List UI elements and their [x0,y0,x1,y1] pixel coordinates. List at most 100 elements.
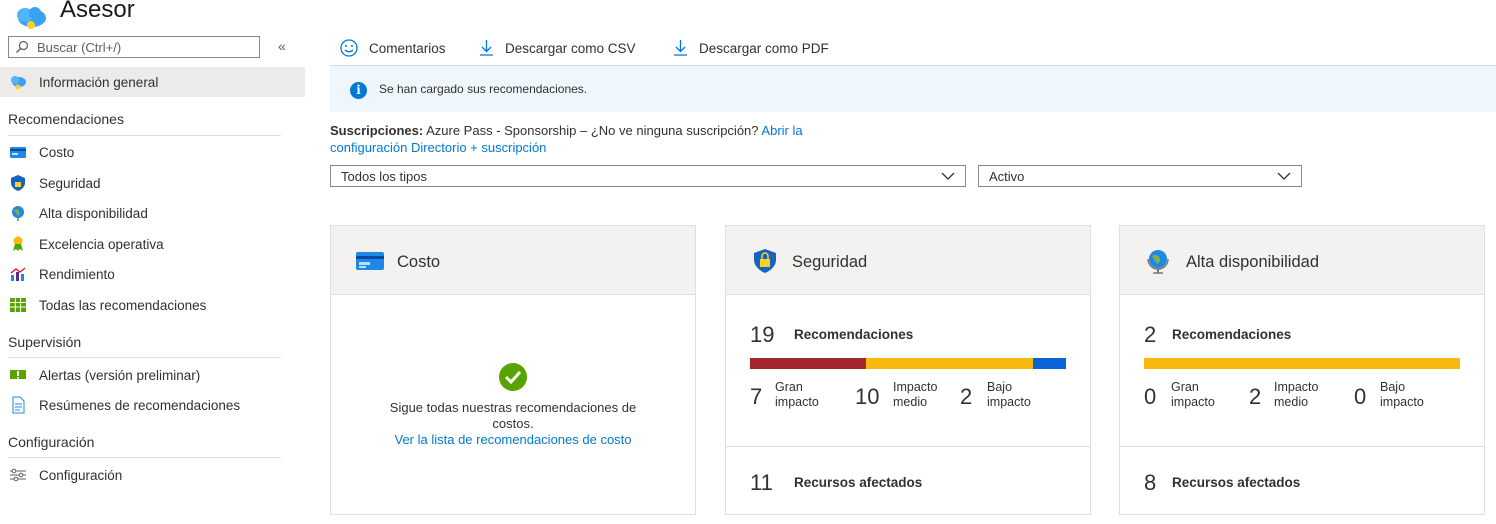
sidebar-item-high-availability[interactable]: Alta disponibilidad [0,198,305,228]
checkmark-icon [499,363,527,391]
cost-icon [10,147,26,158]
type-filter-value: Todos los tipos [341,169,427,184]
download-csv-label: Descargar como CSV [505,40,636,56]
medium-impact-label: Impacto medio [893,380,937,410]
section-settings: Configuración [8,434,95,450]
search-input[interactable] [37,38,252,56]
directory-subscription-link[interactable]: Abrir la [761,123,802,138]
sidebar-item-security[interactable]: Seguridad [0,168,305,198]
sidebar-item-label: Seguridad [39,175,101,191]
label-line: Gran [775,380,803,394]
high-impact-label: Gran impacto [775,380,819,410]
high-impact-count: 0 [1144,384,1157,409]
alert-icon [10,370,26,379]
high-availability-card[interactable]: Alta disponibilidad 2 Recomendaciones 0 … [1119,225,1485,515]
impact-bar [750,358,1066,369]
security-card[interactable]: Seguridad 19 Recomendaciones 7 Gran impac… [725,225,1091,515]
label-line: impacto [987,395,1031,409]
card-title: Alta disponibilidad [1186,253,1320,271]
cost-recommendations-link[interactable]: Ver la lista de recomendaciones de costo [394,432,631,447]
sidebar-item-label: Alertas (versión preliminar) [39,367,201,383]
medium-impact-count: 10 [855,384,880,409]
sidebar-item-digests[interactable]: Resúmenes de recomendaciones [0,390,305,420]
feedback-button[interactable]: Comentarios [339,38,446,58]
download-icon [674,40,687,56]
advisor-logo-icon [17,7,46,29]
type-filter-dropdown[interactable]: Todos los tipos [330,165,966,187]
recommendations-label: Recomendaciones [1172,327,1292,342]
medium-impact-count: 2 [1249,384,1262,409]
status-filter-value: Activo [989,169,1025,184]
info-banner-text: Se han cargado sus recomendaciones. [379,82,588,96]
directory-subscription-link[interactable]: configuración Directorio + suscripción [330,140,546,155]
low-impact-label: Bajo impacto [1380,380,1424,410]
status-filter-dropdown[interactable]: Activo [978,165,1302,187]
search-icon [16,40,29,53]
search-box[interactable] [8,36,260,58]
download-csv-button[interactable]: Descargar como CSV [478,38,636,58]
card-header: Seguridad [726,226,1090,295]
affected-resources-label: Recursos afectados [1172,475,1301,490]
sidebar-item-label: Todas las recomendaciones [39,297,207,313]
label-line: medio [893,395,928,409]
cost-message: costos. [492,416,534,431]
performance-icon [10,267,26,281]
download-pdf-button[interactable]: Descargar como PDF [672,38,829,58]
feedback-label: Comentarios [369,40,446,56]
cost-icon [356,252,384,270]
section-monitoring: Supervisión [8,334,82,350]
low-impact-label: Bajo impacto [987,380,1031,410]
label-line: impacto [1380,395,1424,409]
card-header: Costo [331,226,695,295]
subscriptions-value: Azure Pass - Sponsorship – ¿No ve ningun… [426,123,759,138]
sidebar-item-alerts[interactable]: Alertas (versión preliminar) [0,360,305,390]
sidebar-item-cost[interactable]: Costo [0,137,305,167]
sidebar-item-label: Rendimiento [39,266,115,282]
sidebar-item-overview[interactable]: Información general [0,67,305,97]
label-line: medio [1274,395,1309,409]
label-line: Impacto [1274,380,1319,394]
label-line: Gran [1171,380,1199,394]
sidebar-item-label: Información general [39,74,159,90]
card-title: Costo [397,253,441,271]
sidebar-item-operational-excellence[interactable]: Excelencia operativa [0,229,305,259]
collapse-sidebar-button[interactable]: « [278,38,286,54]
impact-bar-medium [1144,358,1460,369]
card-title: Seguridad [792,253,868,271]
info-icon: i [350,82,367,99]
affected-resources-label: Recursos afectados [794,475,923,490]
section-divider [8,357,281,358]
sidebar-item-configuration[interactable]: Configuración [0,460,305,490]
card-divider [1120,446,1484,447]
medium-impact-label: Impacto medio [1274,380,1318,410]
globe-icon [12,206,24,221]
recommendations-count: 2 [1144,322,1157,347]
sidebar-item-all-recommendations[interactable]: Todas las recomendaciones [0,290,305,320]
download-pdf-label: Descargar como PDF [699,40,829,56]
subscriptions-text: Suscripciones: Azure Pass - Sponsorship … [330,122,900,156]
label-line: Bajo [1380,380,1406,394]
section-divider [8,457,281,458]
sidebar-item-label: Configuración [39,467,123,483]
settings-sliders-icon [10,468,26,482]
label-line: impacto [775,395,819,409]
document-icon [12,396,25,414]
sidebar-item-label: Alta disponibilidad [39,205,148,221]
affected-resources-count: 11 [750,470,773,495]
globe-icon [1147,250,1169,274]
card-header: Alta disponibilidad [1120,226,1484,295]
chevron-down-icon [941,172,955,180]
label-line: Impacto [893,380,938,394]
low-impact-count: 2 [960,384,973,409]
sidebar-item-label: Costo [39,144,75,160]
subscriptions-label: Suscripciones: [330,123,424,138]
cost-card[interactable]: Costo Sigue todas nuestras recomendacion… [330,225,696,515]
sidebar-item-performance[interactable]: Rendimiento [0,259,305,289]
shield-icon [11,175,25,191]
impact-bar-medium [866,358,1033,369]
page-title: Asesor [60,0,135,23]
recommendations-count: 19 [750,322,775,347]
info-banner: i Se han cargado sus recomendaciones. [330,65,1496,112]
chevron-down-icon [1277,172,1291,180]
section-recommendations: Recomendaciones [8,111,124,127]
